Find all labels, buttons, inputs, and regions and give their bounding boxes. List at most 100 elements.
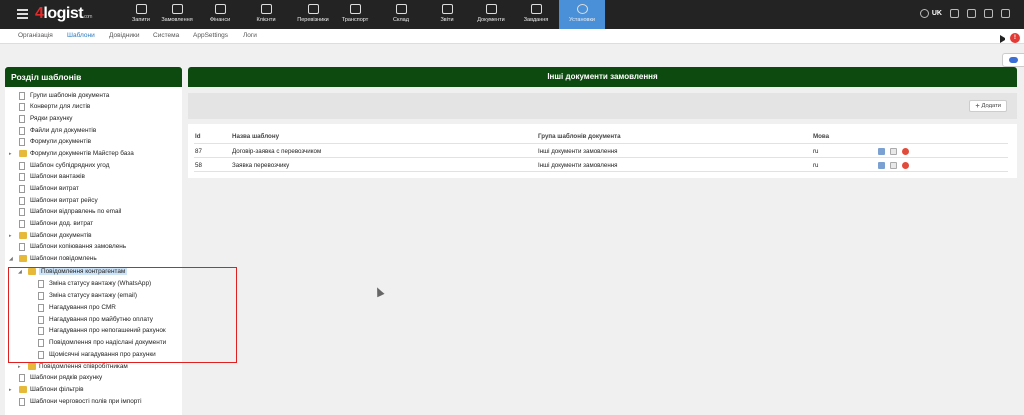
tree-item[interactable]: Шаблони дод. витрат <box>0 219 182 230</box>
tree-item[interactable]: Конверти для листів <box>0 102 182 113</box>
subnav-templates[interactable]: Шаблони <box>67 32 95 39</box>
cell-id: 58 <box>195 162 202 169</box>
column-header-lang[interactable]: Мова <box>813 133 829 140</box>
tree-item[interactable]: ▸ Повідомлення співробітникам <box>0 362 182 373</box>
orders-icon <box>171 4 183 14</box>
app-window: 4logist.com Запити Замовлення Фінанси Кл… <box>0 0 1024 415</box>
nav-orders[interactable]: Замовлення <box>154 0 200 29</box>
file-icon <box>19 197 25 205</box>
tree-item-label: Повідомлення співробітникам <box>39 363 128 370</box>
tree-item[interactable]: ▸ Шаблони документів <box>0 231 182 242</box>
tree-item[interactable]: Файли для документів <box>0 126 182 137</box>
app-logo[interactable]: 4logist.com <box>35 5 92 23</box>
warehouse-icon <box>395 4 407 14</box>
reports-icon <box>441 4 453 14</box>
file-icon <box>19 398 25 406</box>
settings-subnav: Організація Шаблони Довідники Система Ap… <box>0 29 1024 44</box>
tree-item[interactable]: Рядки рахунку <box>0 114 182 125</box>
expand-arrow-icon[interactable]: ▸ <box>9 151 14 157</box>
edit-icon[interactable] <box>878 162 885 169</box>
nav-settings[interactable]: Установки <box>559 0 605 29</box>
bell-icon[interactable] <box>984 9 993 18</box>
cell-name: Заявка перевозчику <box>232 162 290 169</box>
cell-lang: ru <box>813 148 819 155</box>
tree-item-label: Шаблони витрат <box>30 185 79 192</box>
tree-item-label: Шаблони документів <box>30 232 92 239</box>
tree-item[interactable]: Формули документів <box>0 137 182 148</box>
copy-icon[interactable] <box>890 148 897 155</box>
tree-item-label: Формули документів Майстер база <box>30 150 134 157</box>
nav-tasks[interactable]: Завдання <box>513 0 559 29</box>
tree-item[interactable]: ◢ Шаблони повідомлень <box>0 254 182 265</box>
tree-item-label: Групи шаблонів документа <box>30 92 110 99</box>
file-icon <box>19 374 25 382</box>
copy-icon[interactable] <box>890 162 897 169</box>
carriers-icon <box>307 4 319 14</box>
tree-item-label: Шаблони повідомлень <box>30 255 97 262</box>
tasks-icon <box>530 4 542 14</box>
nav-transport[interactable]: Транспорт <box>332 0 378 29</box>
subnav-system[interactable]: Система <box>153 32 179 39</box>
tree-item[interactable]: Шаблони копіювання замовлень <box>0 242 182 253</box>
cell-lang: ru <box>813 162 819 169</box>
settings-gear-icon <box>576 4 588 14</box>
column-header-id[interactable]: Id <box>195 133 201 140</box>
add-template-button[interactable]: + Додати <box>969 100 1007 112</box>
column-header-name[interactable]: Назва шаблону <box>232 133 279 140</box>
user-icon[interactable] <box>950 9 959 18</box>
chat-bot-tab[interactable] <box>1002 53 1024 67</box>
edit-icon[interactable] <box>878 148 885 155</box>
delete-icon[interactable] <box>902 148 909 155</box>
transport-icon <box>349 4 361 14</box>
language-switch[interactable]: UK <box>932 10 942 17</box>
delete-icon[interactable] <box>902 162 909 169</box>
file-icon <box>19 208 25 216</box>
nav-warehouse[interactable]: Склад <box>378 0 424 29</box>
nav-finance[interactable]: Фінанси <box>197 0 243 29</box>
tree-item[interactable]: ▸ Формули документів Майстер база <box>0 149 182 160</box>
tree-item[interactable]: Шаблони відправлень по email <box>0 207 182 218</box>
globe-icon[interactable] <box>919 9 929 18</box>
tree-item[interactable]: Шаблони рядків рахунку <box>0 373 182 384</box>
expand-arrow-icon[interactable]: ▸ <box>18 364 23 370</box>
tree-item[interactable]: Шаблони черговості полів при імпорті <box>0 397 182 408</box>
tree-item[interactable]: Групи шаблонів документа <box>0 91 182 102</box>
book-icon[interactable] <box>967 9 976 18</box>
expand-arrow-icon[interactable]: ▸ <box>9 233 14 239</box>
cell-group: Інші документи замовлення <box>538 162 618 169</box>
subnav-organization[interactable]: Організація <box>18 32 53 39</box>
tree-item-label: Шаблони копіювання замовлень <box>30 243 127 250</box>
subnav-appsettings[interactable]: AppSettings <box>193 32 228 39</box>
tree-item-label: Шаблони дод. витрат <box>30 220 94 227</box>
file-icon <box>19 92 25 100</box>
nav-documents[interactable]: Документи <box>468 0 514 29</box>
nav-carriers[interactable]: Перевізники <box>290 0 336 29</box>
templates-table: Id Назва шаблону Група шаблонів документ… <box>188 124 1017 178</box>
notification-badge: ! <box>1010 33 1020 43</box>
hamburger-menu-icon[interactable] <box>17 9 28 19</box>
sidebar-title: Розділ шаблонів <box>5 67 182 87</box>
subnav-logs[interactable]: Логи <box>243 32 257 39</box>
file-icon <box>19 173 25 181</box>
announcements-button[interactable]: ! <box>1000 33 1020 47</box>
tree-item[interactable]: Шаблони витрат рейсу <box>0 196 182 207</box>
nav-clients[interactable]: Клієнти <box>243 0 289 29</box>
folder-icon <box>28 363 36 370</box>
subnav-directories[interactable]: Довідники <box>109 32 139 39</box>
column-header-group[interactable]: Група шаблонів документа <box>538 133 621 140</box>
cell-name: Договір-заявка с перевозчиком <box>232 148 322 155</box>
file-icon <box>19 243 25 251</box>
expand-arrow-icon[interactable]: ▸ <box>9 387 14 393</box>
logout-icon[interactable] <box>1001 9 1010 18</box>
collapse-arrow-icon[interactable]: ◢ <box>9 256 14 262</box>
nav-reports[interactable]: Звіти <box>424 0 470 29</box>
tree-item[interactable]: Шаблон субпідрядних угод <box>0 161 182 172</box>
tree-item[interactable]: ▸ Шаблони фільтрів <box>0 385 182 396</box>
tree-item[interactable]: Шаблони витрат <box>0 184 182 195</box>
top-navigation-bar: 4logist.com Запити Замовлення Фінанси Кл… <box>0 0 1024 29</box>
file-icon <box>19 185 25 193</box>
tree-item[interactable]: Шаблони вантажів <box>0 172 182 183</box>
documents-icon <box>485 4 497 14</box>
highlight-frame <box>8 267 237 363</box>
file-icon <box>19 115 25 123</box>
